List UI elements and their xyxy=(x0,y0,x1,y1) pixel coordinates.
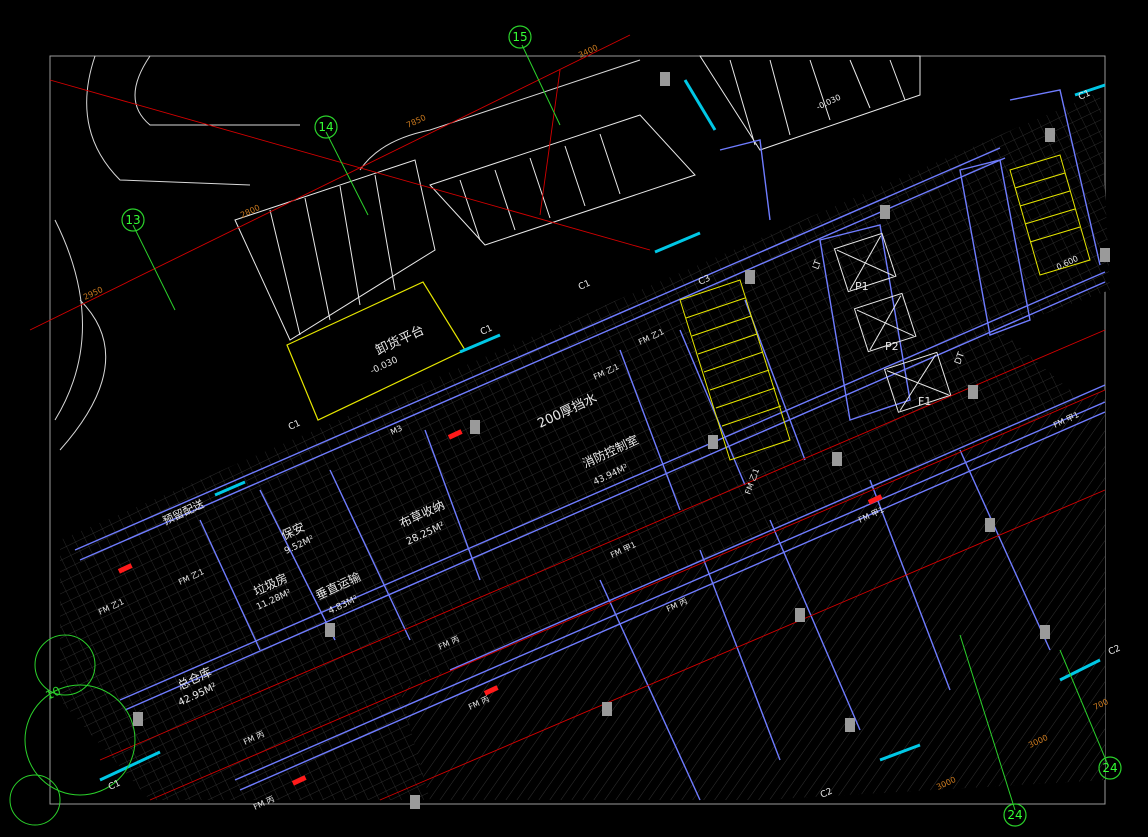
building-body xyxy=(60,92,1110,800)
window-tag: C1 xyxy=(107,779,122,793)
window-tag: C1 xyxy=(577,279,592,293)
axis-label: 15 xyxy=(512,30,527,44)
dimension-label: 7850 xyxy=(405,113,427,130)
axis-label: 13 xyxy=(125,213,140,227)
cad-drawing-canvas[interactable]: 13 14 15 24 24 卸货平台 -0.030 200厚挡水 消防控制室 … xyxy=(0,0,1148,837)
axis-bubble-24[interactable]: 24 xyxy=(1003,803,1027,827)
axis-bubble-13[interactable]: 13 xyxy=(121,208,145,232)
dimension-label: 3400 xyxy=(577,43,599,60)
loading-platform-elev: -0.030 xyxy=(369,355,400,376)
dimension-label: 2800 xyxy=(239,203,261,220)
axis-label: 24 xyxy=(1102,761,1117,775)
axis-bubble-15[interactable]: 15 xyxy=(508,25,532,49)
axis-bubble-14[interactable]: 14 xyxy=(314,115,338,139)
elevator-label-p2: P2 xyxy=(885,340,899,353)
axis-label: 14 xyxy=(318,120,333,134)
window-tag: C1 xyxy=(479,324,494,338)
dimension-label: -0.030 xyxy=(815,93,842,112)
axis-bubble-24b[interactable]: 24 xyxy=(1098,756,1122,780)
axis-label: 24 xyxy=(1007,808,1022,822)
elevator-label-f1: F1 xyxy=(918,395,931,408)
loading-platform-label: 卸货平台 xyxy=(373,322,427,358)
window-tag: C2 xyxy=(1107,644,1122,658)
elevator-label-p1: P1 xyxy=(855,280,869,293)
window-tag: C1 xyxy=(287,419,302,433)
